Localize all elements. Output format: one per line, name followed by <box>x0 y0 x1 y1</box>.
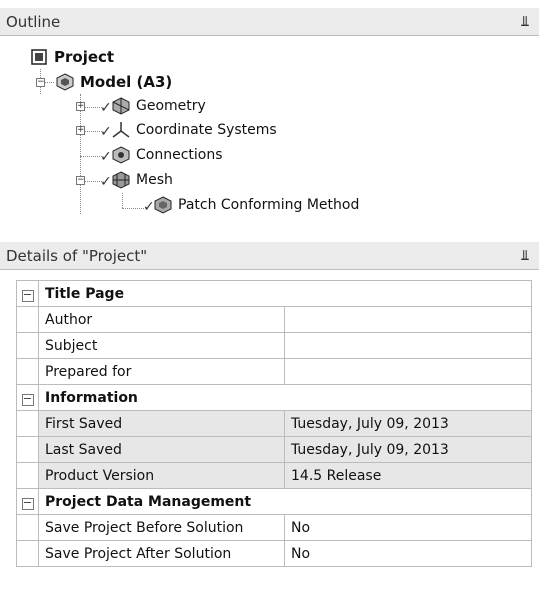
pin-icon[interactable]: ⫫ <box>521 8 529 36</box>
property-value: Tuesday, July 09, 2013 <box>284 410 532 437</box>
table-row[interactable]: Save Project Before Solution No <box>16 514 532 541</box>
connections-label: Connections <box>136 147 223 163</box>
section-project-data-management[interactable]: − Project Data Management <box>16 488 532 515</box>
details-table: − Title Page Author Subject Prepared for… <box>16 280 532 567</box>
table-row[interactable]: Product Version 14.5 Release <box>16 462 532 489</box>
collapse-section-toggle[interactable]: − <box>16 384 39 411</box>
table-row[interactable]: Prepared for <box>16 358 532 385</box>
table-row[interactable]: Last Saved Tuesday, July 09, 2013 <box>16 436 532 463</box>
status-check-icon: ✓ <box>100 124 112 140</box>
method-icon <box>154 196 172 214</box>
outline-tree: Project − Model (A3) + ✓ Geometry + ✓ Co… <box>0 36 539 236</box>
property-name: Save Project After Solution <box>38 540 285 567</box>
outline-panel-header: Outline ⫫ <box>0 8 539 36</box>
property-name: Prepared for <box>38 358 285 385</box>
connections-icon <box>112 146 130 164</box>
section-title: Project Data Management <box>38 488 532 515</box>
coordinate-systems-icon <box>112 122 130 138</box>
property-value[interactable]: No <box>284 514 532 541</box>
property-name: Product Version <box>38 462 285 489</box>
geometry-label: Geometry <box>136 98 206 114</box>
tree-item-project[interactable]: Project <box>30 46 114 68</box>
section-information[interactable]: − Information <box>16 384 532 411</box>
pin-icon[interactable]: ⫫ <box>521 242 529 270</box>
status-check-icon: ✓ <box>100 149 112 165</box>
geometry-icon <box>112 97 130 115</box>
property-value[interactable] <box>284 306 532 333</box>
table-row[interactable]: Subject <box>16 332 532 359</box>
status-check-icon: ✓ <box>143 199 155 215</box>
status-check-icon: ✓ <box>100 100 112 116</box>
collapse-section-toggle[interactable]: − <box>16 488 39 515</box>
collapse-model-toggle[interactable]: − <box>36 78 45 87</box>
tree-item-patch-conforming-method[interactable]: Patch Conforming Method <box>154 194 359 216</box>
outline-title: Outline <box>6 13 61 31</box>
property-name: Last Saved <box>38 436 285 463</box>
model-label: Model (A3) <box>80 73 173 91</box>
status-check-icon: ✓ <box>100 174 112 190</box>
property-name: First Saved <box>38 410 285 437</box>
table-row[interactable]: First Saved Tuesday, July 09, 2013 <box>16 410 532 437</box>
tree-item-mesh[interactable]: Mesh <box>112 169 173 191</box>
tree-item-model[interactable]: Model (A3) <box>56 71 172 93</box>
tree-item-geometry[interactable]: Geometry <box>112 95 206 117</box>
property-value[interactable] <box>284 332 532 359</box>
expand-coordinate-systems-toggle[interactable]: + <box>76 126 85 135</box>
tree-item-connections[interactable]: Connections <box>112 144 223 166</box>
project-label: Project <box>54 48 115 66</box>
property-value: Tuesday, July 09, 2013 <box>284 436 532 463</box>
section-title-page[interactable]: − Title Page <box>16 280 532 307</box>
property-name: Save Project Before Solution <box>38 514 285 541</box>
mesh-label: Mesh <box>136 172 173 188</box>
mesh-icon <box>112 171 130 189</box>
collapse-section-toggle[interactable]: − <box>16 280 39 307</box>
details-title: Details of "Project" <box>6 247 148 265</box>
property-value[interactable]: No <box>284 540 532 567</box>
coordinate-systems-label: Coordinate Systems <box>136 122 277 138</box>
project-icon <box>31 49 47 65</box>
section-title: Information <box>38 384 532 411</box>
expand-geometry-toggle[interactable]: + <box>76 102 85 111</box>
property-name: Author <box>38 306 285 333</box>
property-value[interactable] <box>284 358 532 385</box>
tree-item-coordinate-systems[interactable]: Coordinate Systems <box>112 119 277 141</box>
property-value: 14.5 Release <box>284 462 532 489</box>
collapse-mesh-toggle[interactable]: − <box>76 176 85 185</box>
model-icon <box>56 73 74 91</box>
details-panel-header: Details of "Project" ⫫ <box>0 242 539 270</box>
property-name: Subject <box>38 332 285 359</box>
table-row[interactable]: Save Project After Solution No <box>16 540 532 567</box>
section-title: Title Page <box>38 280 532 307</box>
patch-conforming-method-label: Patch Conforming Method <box>178 197 360 213</box>
table-row[interactable]: Author <box>16 306 532 333</box>
